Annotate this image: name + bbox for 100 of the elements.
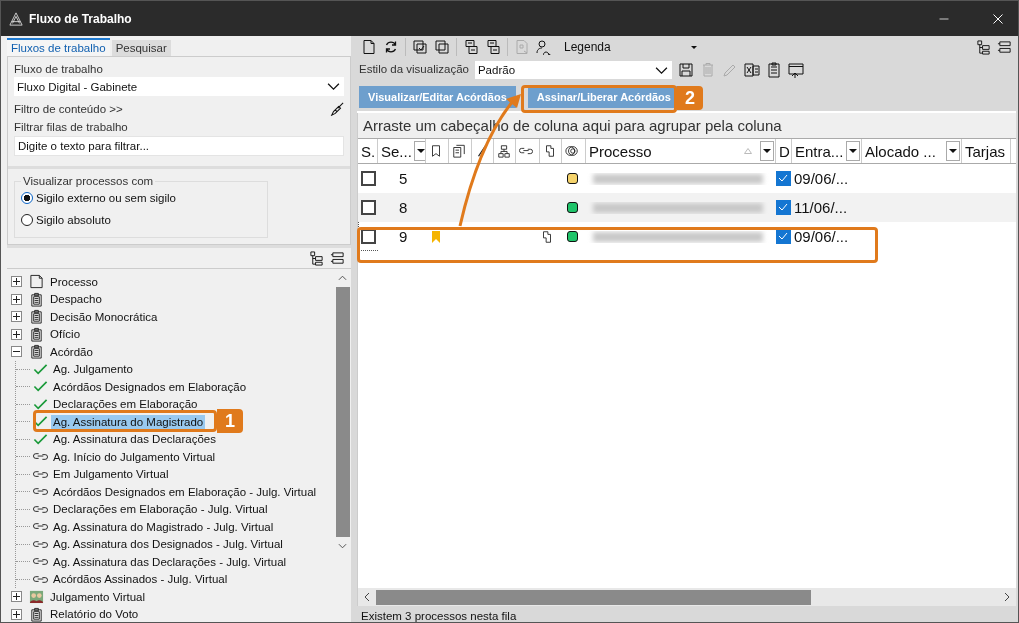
- checkbox[interactable]: [361, 199, 376, 215]
- table-cell: 11/06/...: [794, 199, 848, 216]
- tree-item[interactable]: Acórdãos Designados em Elaboração: [51, 379, 249, 394]
- tree-item[interactable]: Ag. Início do Julgamento Virtual: [51, 449, 218, 464]
- tree-item[interactable]: Declarações em Elaboração: [51, 397, 200, 412]
- filter-dropdown-button[interactable]: [946, 141, 960, 161]
- filter-dropdown-button[interactable]: [846, 141, 860, 161]
- radio-label[interactable]: Sigilo externo ou sem sigilo: [36, 192, 176, 204]
- bookmark-icon: [429, 144, 443, 158]
- radio-button[interactable]: [21, 192, 33, 204]
- tree-item[interactable]: Ag. Assinatura das Declarações: [51, 432, 218, 447]
- group-legend: Visualizar processos com: [21, 175, 156, 187]
- column-header[interactable]: Se...: [378, 139, 426, 163]
- window-title: Fluxo de Trabalho: [29, 11, 132, 26]
- column-header[interactable]: S.: [358, 139, 378, 163]
- copy-icon[interactable]: [434, 39, 450, 55]
- collapse-icon[interactable]: [11, 346, 22, 358]
- scrollbar[interactable]: [358, 588, 1016, 606]
- expand-tree-icon[interactable]: [309, 250, 324, 266]
- window-export-icon[interactable]: [787, 62, 804, 78]
- step-badge: 2: [677, 86, 703, 110]
- table-cell: 09/06/...: [794, 170, 849, 187]
- expand-icon[interactable]: [11, 311, 22, 323]
- radio-label[interactable]: Sigilo absoluto: [36, 214, 111, 226]
- tab[interactable]: Fluxos de trabalho: [7, 38, 110, 56]
- close-icon[interactable]: [992, 12, 1004, 25]
- checkbox[interactable]: [361, 170, 376, 186]
- expand-icon[interactable]: [11, 328, 22, 340]
- field-label: Filtrar filas de trabalho: [14, 121, 129, 133]
- expand-icon[interactable]: [11, 608, 22, 620]
- report-icon[interactable]: [765, 62, 782, 78]
- column-header[interactable]: Alocado ...: [862, 139, 962, 163]
- scroll-left-icon[interactable]: [364, 592, 370, 602]
- filter-dropdown-button[interactable]: [413, 141, 425, 161]
- legend-dropdown[interactable]: Legenda: [564, 40, 697, 54]
- expand-icon[interactable]: [11, 276, 22, 288]
- chevron-down-icon: [654, 65, 668, 75]
- hierarchy-icon: [497, 144, 511, 158]
- search-person-icon[interactable]: [536, 39, 552, 55]
- table-cell: 5: [399, 170, 408, 187]
- scroll-right-icon[interactable]: [1004, 592, 1010, 602]
- tree-item[interactable]: Em Julgamento Virtual: [51, 467, 171, 482]
- field-label: Estilo da visualização: [359, 63, 469, 75]
- save-icon[interactable]: [677, 62, 694, 78]
- refresh-icon[interactable]: [383, 39, 399, 55]
- tab[interactable]: Pesquisar: [111, 40, 171, 56]
- save-list-icon[interactable]: [485, 39, 501, 55]
- column-header[interactable]: [516, 139, 540, 163]
- brush-icon[interactable]: [330, 102, 344, 116]
- filter-dropdown-button[interactable]: [760, 141, 774, 161]
- tree-item[interactable]: Ofício: [48, 327, 83, 342]
- view-style-dropdown[interactable]: Padrão: [474, 61, 672, 79]
- clipboard-icon: [29, 309, 44, 325]
- tree-item[interactable]: Julgamento Virtual: [48, 589, 148, 604]
- excel-icon[interactable]: [743, 62, 760, 78]
- radio-button[interactable]: [21, 214, 33, 226]
- document-icon: [29, 274, 44, 290]
- column-header[interactable]: Tarjas: [962, 139, 1011, 163]
- check-copy-icon[interactable]: [412, 39, 428, 55]
- tree-item[interactable]: Ag. Assinatura do Magistrado: [51, 414, 206, 429]
- tree-item[interactable]: Relatório do Voto: [48, 607, 141, 622]
- caret-icon: [763, 149, 771, 153]
- tree-item[interactable]: Decisão Monocrática: [48, 309, 160, 324]
- collapse-tree-icon[interactable]: [997, 39, 1012, 55]
- clipboard-icon: [29, 326, 44, 342]
- people-icon: [29, 589, 44, 605]
- tree-item[interactable]: Acórdãos Assinados - Julg. Virtual: [51, 572, 230, 587]
- column-header[interactable]: D: [776, 139, 792, 163]
- column-header[interactable]: Processo: [586, 139, 776, 163]
- tree-item[interactable]: Ag. Julgamento: [51, 362, 135, 377]
- scroll-up-icon[interactable]: [338, 275, 347, 281]
- tree-item[interactable]: Ag. Assinatura do Magistrado - Julg. Virtual: [51, 519, 276, 534]
- tree-item[interactable]: Acórdão: [48, 344, 95, 359]
- tree-item[interactable]: Ag. Assinatura dos Designados - Julg. Virtual: [51, 537, 285, 552]
- column-header[interactable]: [562, 139, 586, 163]
- tree-item[interactable]: Acórdãos Designados em Elaboração - Julg. Virtual: [51, 484, 319, 499]
- caret-icon: [416, 149, 425, 153]
- caret-icon: [849, 149, 857, 153]
- tree-item[interactable]: Despacho: [48, 292, 104, 307]
- scroll-down-icon[interactable]: [338, 543, 347, 549]
- column-header[interactable]: Entra...: [792, 139, 862, 163]
- clipboard-icon: [452, 144, 466, 158]
- tree-item[interactable]: Ag. Assinatura das Declarações - Julg. Virtual: [51, 554, 289, 569]
- rings-icon: [565, 144, 579, 158]
- clipboard-icon: [29, 291, 44, 307]
- collapse-tree-icon[interactable]: [330, 250, 345, 266]
- table-cell: 09/06/...: [794, 228, 849, 245]
- expand-icon[interactable]: [11, 591, 22, 603]
- filter-field[interactable]: Digite o texto para filtrar...: [14, 136, 344, 156]
- expand-tree-icon[interactable]: [976, 39, 991, 55]
- paste-save-icon[interactable]: [463, 39, 479, 55]
- workflow-dropdown[interactable]: Fluxo Digital - Gabinete: [14, 77, 344, 96]
- caret-icon: [949, 149, 957, 153]
- expand-icon[interactable]: [11, 293, 22, 305]
- caret-icon: [690, 45, 697, 49]
- tree-item[interactable]: Processo: [48, 274, 100, 289]
- tree-item[interactable]: Declarações em Elaboração - Julg. Virtual: [51, 502, 270, 517]
- content-filter-link[interactable]: Filtro de conteúdo >>: [14, 103, 123, 115]
- new-icon[interactable]: [361, 39, 377, 55]
- clipboard-icon: [29, 344, 44, 360]
